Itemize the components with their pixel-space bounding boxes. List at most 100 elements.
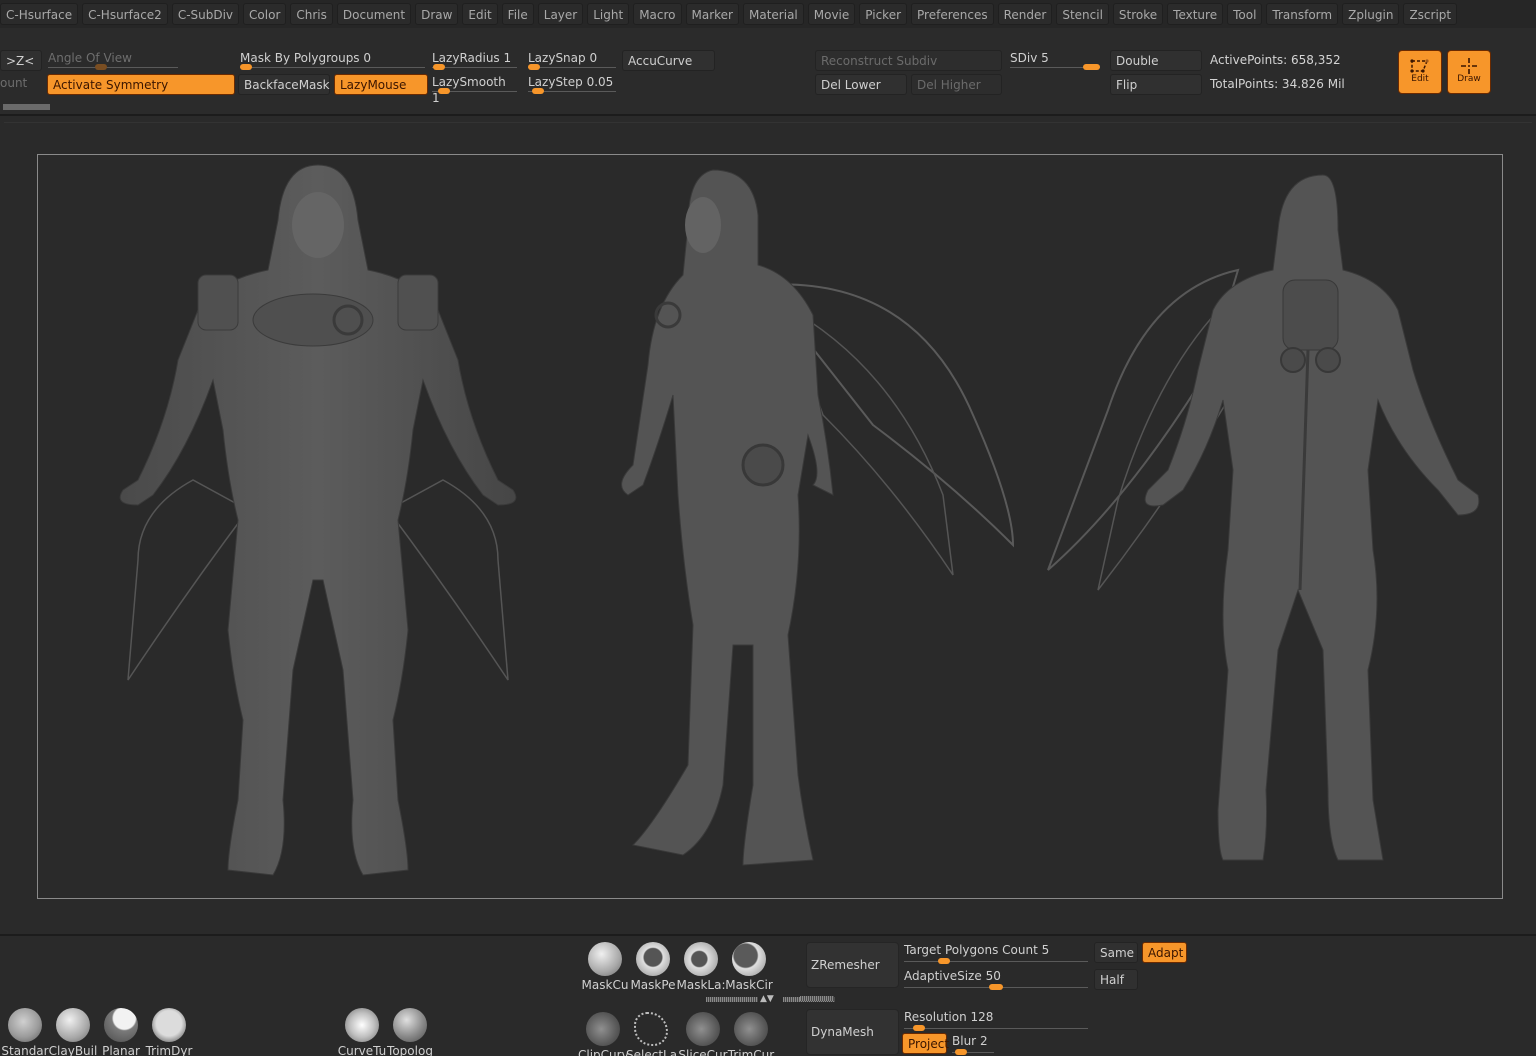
brush-maskcircle[interactable]: MaskCir bbox=[724, 942, 774, 992]
maskcurve-brush-icon bbox=[588, 942, 622, 976]
brush-standard[interactable]: Standar bbox=[0, 1008, 50, 1056]
brush-maskpen[interactable]: MaskPe bbox=[628, 942, 678, 992]
menu-item-preferences[interactable]: Preferences bbox=[911, 3, 994, 25]
model-front-view[interactable] bbox=[98, 160, 538, 895]
menu-item-edit[interactable]: Edit bbox=[462, 3, 498, 25]
slider-knob[interactable] bbox=[913, 1025, 925, 1031]
menu-item-c-hsurface2[interactable]: C-Hsurface2 bbox=[82, 3, 168, 25]
edit-mode-button[interactable]: Edit bbox=[1398, 50, 1442, 94]
brush-masklasso[interactable]: MaskLa: bbox=[676, 942, 726, 992]
menu-item-light[interactable]: Light bbox=[587, 3, 630, 25]
brush-label: SliceCur bbox=[678, 1048, 728, 1056]
claybuildup-brush-icon bbox=[56, 1008, 90, 1042]
brush-curvetube[interactable]: CurveTu bbox=[337, 1008, 387, 1056]
zremesher-button[interactable]: ZRemesher bbox=[806, 942, 899, 988]
slider-knob[interactable] bbox=[1083, 64, 1100, 70]
lazy-smooth-slider[interactable]: LazySmooth 1 bbox=[432, 74, 517, 105]
slider-knob[interactable] bbox=[528, 64, 540, 70]
menu-item-c-hsurface[interactable]: C-Hsurface bbox=[0, 3, 79, 25]
brush-scroll-left[interactable] bbox=[706, 997, 758, 1002]
adaptive-size-slider[interactable]: AdaptiveSize 50 bbox=[904, 968, 1088, 990]
mask-by-polygroups-slider[interactable]: Mask By Polygroups 0 bbox=[240, 50, 425, 70]
draw-crosshair-icon bbox=[1461, 58, 1477, 74]
flip-button[interactable]: Flip bbox=[1110, 74, 1202, 95]
model-side-view[interactable] bbox=[593, 165, 1033, 895]
menu-item-stencil[interactable]: Stencil bbox=[1056, 3, 1109, 25]
menu-item-stroke[interactable]: Stroke bbox=[1112, 3, 1164, 25]
brush-label: Planar bbox=[102, 1044, 140, 1056]
reconstruct-subdiv-button[interactable]: Reconstruct Subdiv bbox=[815, 50, 1002, 71]
resolution-slider[interactable]: Resolution 128 bbox=[904, 1009, 1088, 1031]
brush-clipcurve[interactable]: ClipCurv bbox=[578, 1012, 628, 1056]
menu-item-draw[interactable]: Draw bbox=[415, 3, 459, 25]
active-points-readout: ActivePoints: 658,352 bbox=[1210, 53, 1341, 67]
sdiv-slider[interactable]: SDiv 5 bbox=[1010, 50, 1100, 70]
model-back-view[interactable] bbox=[1038, 170, 1498, 885]
slider-knob[interactable] bbox=[433, 64, 445, 70]
brush-topology[interactable]: Topolog bbox=[385, 1008, 435, 1056]
menu-item-marker[interactable]: Marker bbox=[685, 3, 739, 25]
del-lower-button[interactable]: Del Lower bbox=[815, 74, 907, 95]
menu-item-render[interactable]: Render bbox=[997, 3, 1053, 25]
mask-by-polygroups-label: Mask By Polygroups 0 bbox=[240, 51, 372, 65]
menu-item-zplugin[interactable]: Zplugin bbox=[1342, 3, 1400, 25]
lazy-mouse-button[interactable]: LazyMouse bbox=[334, 74, 428, 95]
slider-knob[interactable] bbox=[955, 1049, 967, 1055]
target-polygons-slider[interactable]: Target Polygons Count 5 bbox=[904, 942, 1088, 964]
z-axis-symmetry-button[interactable]: >Z< bbox=[0, 50, 42, 71]
menu-item-tool[interactable]: Tool bbox=[1227, 3, 1263, 25]
lazy-snap-slider[interactable]: LazySnap 0 bbox=[528, 50, 616, 70]
adapt-button[interactable]: Adapt bbox=[1142, 942, 1187, 963]
brush-label: TrimCur bbox=[727, 1048, 775, 1056]
dynamesh-button[interactable]: DynaMesh bbox=[806, 1009, 899, 1055]
menu-item-color[interactable]: Color bbox=[243, 3, 287, 25]
slider-knob[interactable] bbox=[532, 88, 544, 94]
menu-item-macro[interactable]: Macro bbox=[633, 3, 682, 25]
backface-mask-button[interactable]: BackfaceMask bbox=[238, 74, 330, 95]
menu-item-material[interactable]: Material bbox=[743, 3, 804, 25]
target-polygons-label: Target Polygons Count 5 bbox=[904, 943, 1050, 957]
same-button[interactable]: Same bbox=[1094, 942, 1138, 963]
shelf-scrollbar[interactable] bbox=[3, 104, 50, 110]
draw-mode-button[interactable]: Draw bbox=[1447, 50, 1491, 94]
menu-item-picker[interactable]: Picker bbox=[859, 3, 908, 25]
collapse-expand-arrows-icon[interactable]: ▲▼ bbox=[760, 994, 774, 1004]
menu-item-chris[interactable]: Chris bbox=[290, 3, 333, 25]
slider-knob[interactable] bbox=[989, 984, 1003, 990]
project-button[interactable]: Project bbox=[902, 1033, 949, 1054]
slider-knob[interactable] bbox=[438, 88, 450, 94]
edit-label: Edit bbox=[1411, 74, 1429, 84]
menu-item-texture[interactable]: Texture bbox=[1167, 3, 1224, 25]
del-higher-button[interactable]: Del Higher bbox=[911, 74, 1002, 95]
lazy-step-slider[interactable]: LazyStep 0.05 bbox=[528, 74, 616, 94]
resolution-label: Resolution 128 bbox=[904, 1010, 994, 1024]
blur-slider[interactable]: Blur 2 bbox=[952, 1033, 994, 1055]
double-button[interactable]: Double bbox=[1110, 50, 1202, 71]
menu-item-transform[interactable]: Transform bbox=[1266, 3, 1339, 25]
menu-item-c-subdiv[interactable]: C-SubDiv bbox=[171, 3, 240, 25]
slider-knob[interactable] bbox=[95, 64, 107, 70]
planar-brush-icon bbox=[104, 1008, 138, 1042]
menu-item-movie[interactable]: Movie bbox=[807, 3, 856, 25]
slider-knob[interactable] bbox=[938, 958, 950, 964]
menu-item-layer[interactable]: Layer bbox=[537, 3, 584, 25]
brush-maskcurve[interactable]: MaskCu bbox=[580, 942, 630, 992]
blur-label: Blur 2 bbox=[952, 1034, 988, 1048]
lazy-radius-slider[interactable]: LazyRadius 1 bbox=[432, 50, 517, 70]
menu-item-file[interactable]: File bbox=[501, 3, 534, 25]
activate-symmetry-button[interactable]: Activate Symmetry bbox=[47, 74, 235, 95]
menu-item-zscript[interactable]: Zscript bbox=[1403, 3, 1458, 25]
brush-trimcurve[interactable]: TrimCur bbox=[726, 1012, 776, 1056]
brush-claybuildup[interactable]: ClayBuil bbox=[48, 1008, 98, 1056]
half-button[interactable]: Half bbox=[1094, 969, 1138, 990]
angle-of-view-slider[interactable]: Angle Of View bbox=[48, 50, 178, 70]
brush-planar[interactable]: Planar bbox=[96, 1008, 146, 1056]
brush-slicecurve[interactable]: SliceCur bbox=[678, 1012, 728, 1056]
accu-curve-button[interactable]: AccuCurve bbox=[622, 50, 715, 71]
brush-trimdynamic[interactable]: TrimDyr bbox=[144, 1008, 194, 1056]
lazy-radius-label: LazyRadius 1 bbox=[432, 51, 512, 65]
menu-item-document[interactable]: Document bbox=[336, 3, 412, 25]
slider-track bbox=[904, 961, 1088, 962]
slider-knob[interactable] bbox=[240, 64, 252, 70]
brush-selectlasso[interactable]: SelectLa bbox=[626, 1012, 676, 1056]
